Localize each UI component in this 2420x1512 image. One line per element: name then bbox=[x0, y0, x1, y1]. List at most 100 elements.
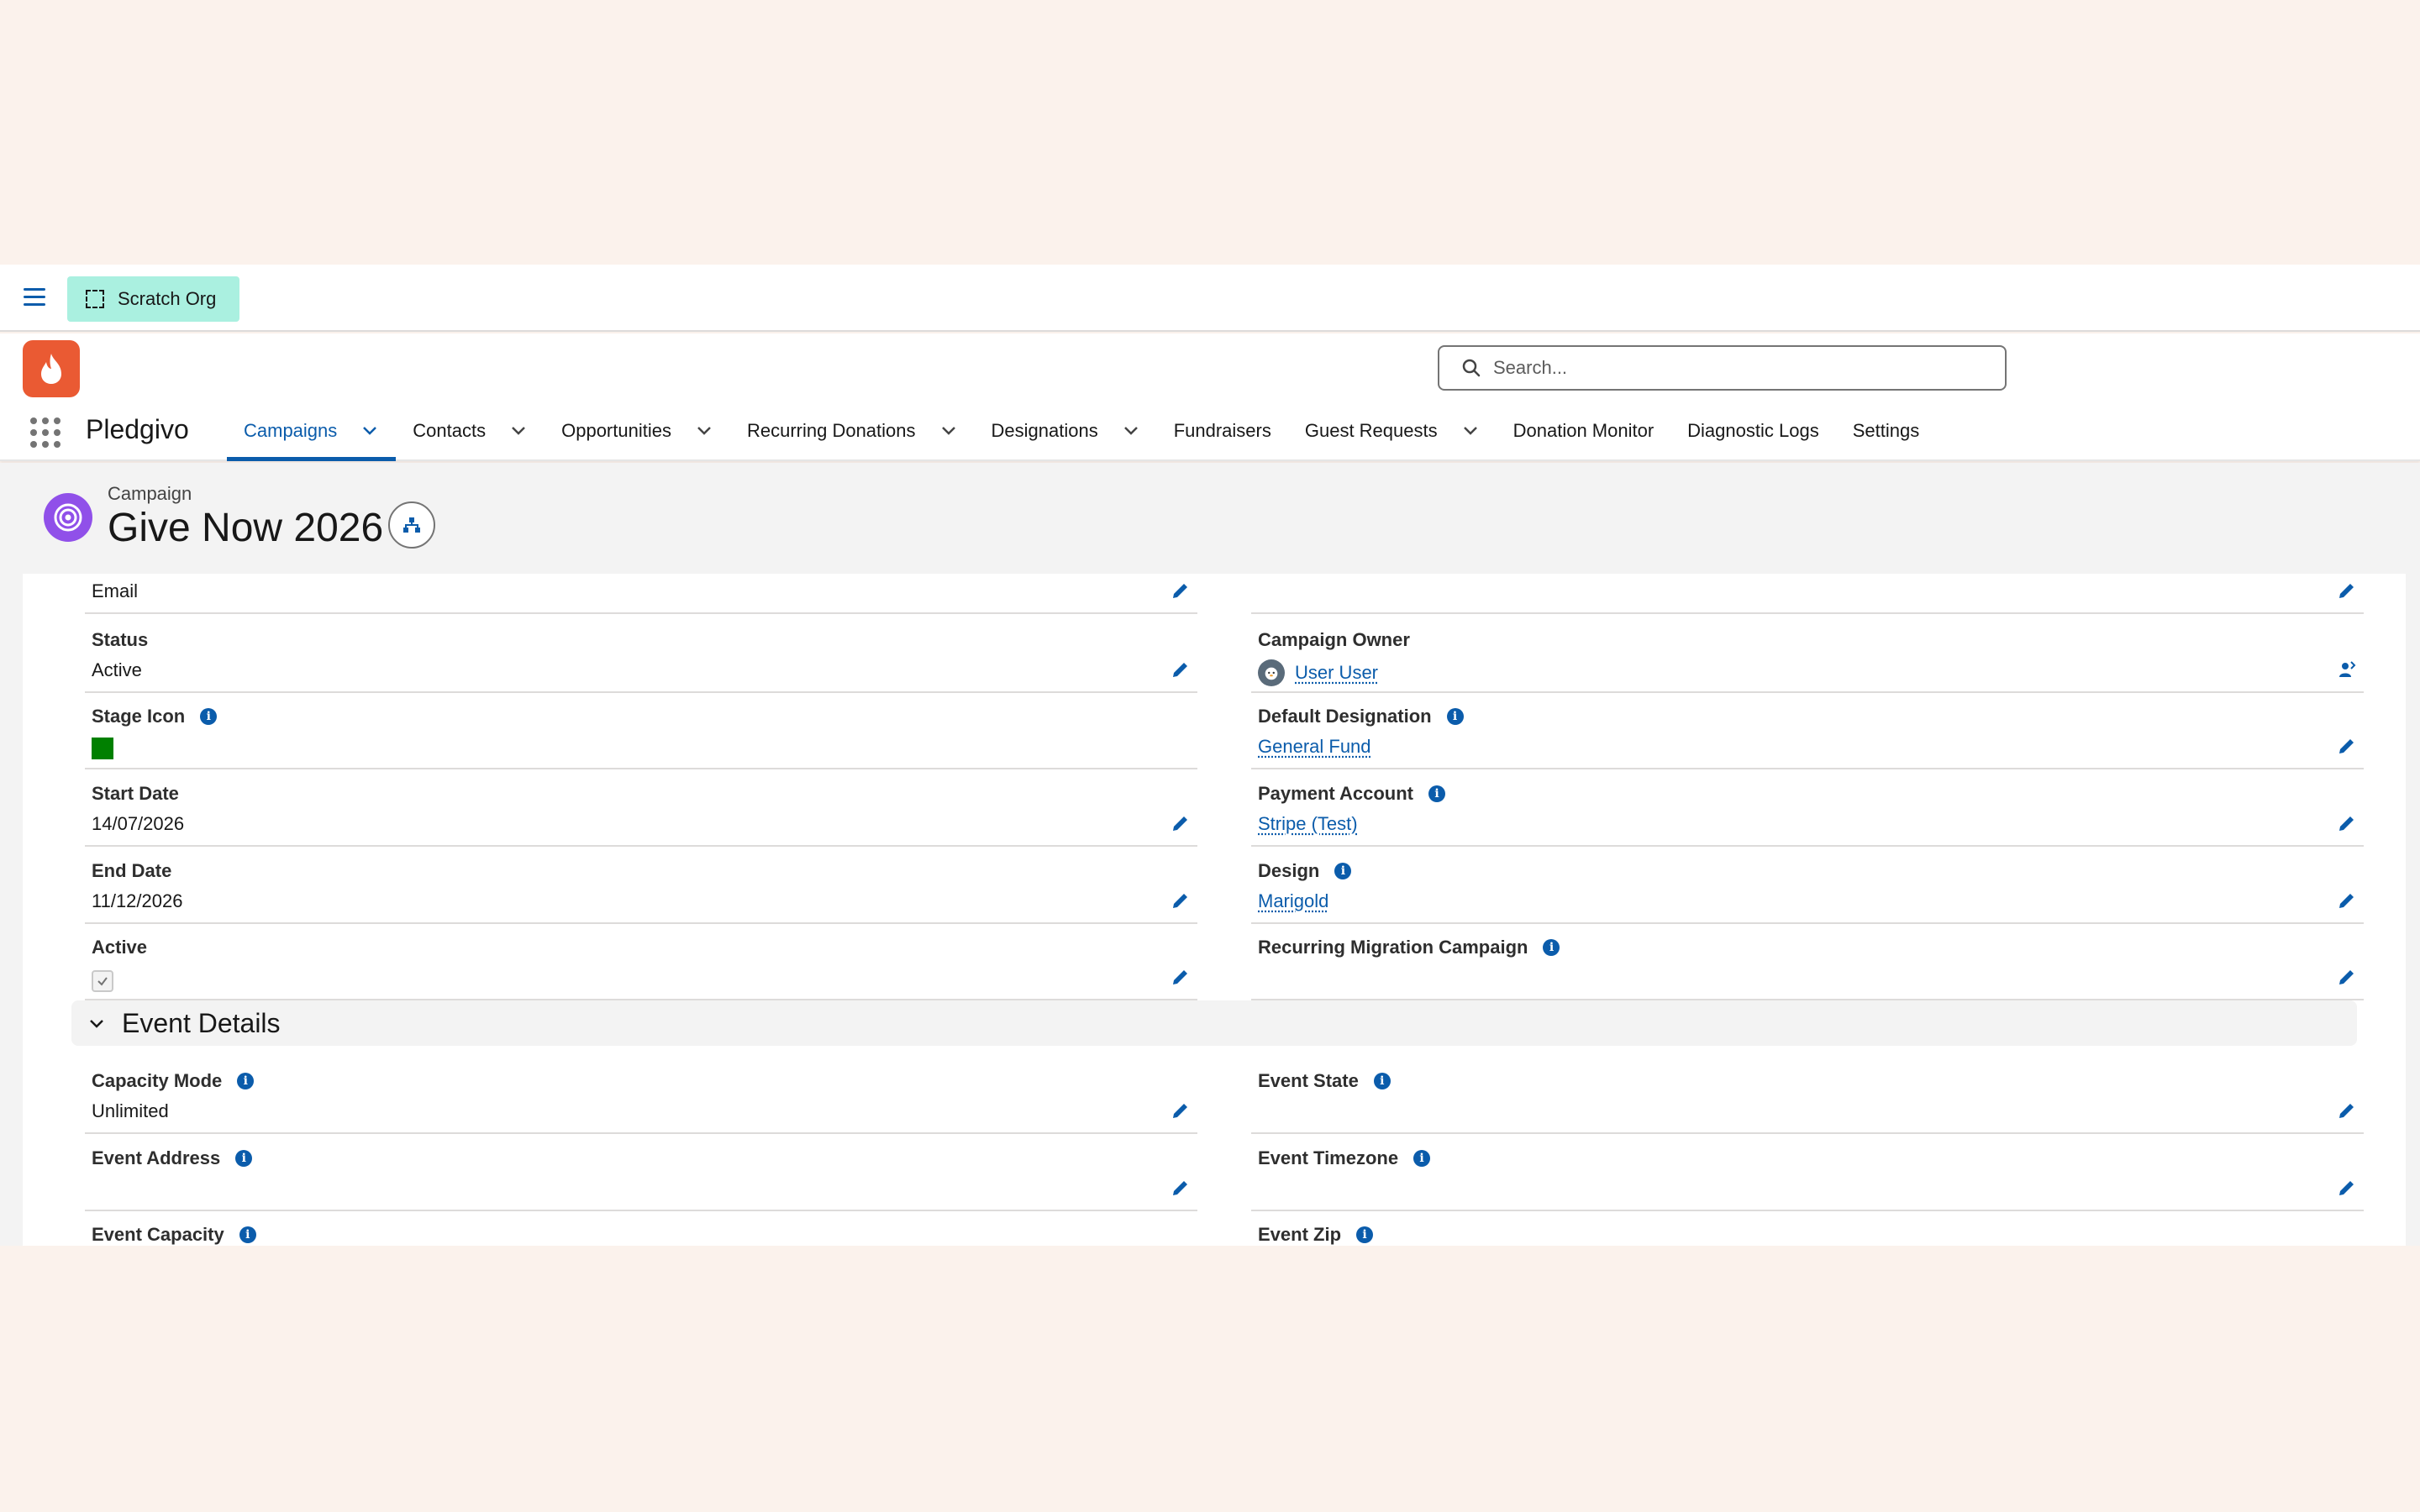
tab-label: Donation Monitor bbox=[1512, 420, 1655, 441]
section-title: Event Details bbox=[122, 1007, 281, 1038]
chevron-down-icon[interactable] bbox=[360, 422, 379, 440]
tab-contacts[interactable]: Contacts bbox=[396, 401, 544, 461]
field-design: Design i Marigold bbox=[1251, 847, 2364, 924]
field-label: Stage Icon i bbox=[92, 706, 218, 727]
field-label: Campaign Owner bbox=[1258, 629, 1410, 650]
selection-icon bbox=[86, 290, 104, 308]
info-icon[interactable]: i bbox=[200, 708, 218, 725]
search-input[interactable] bbox=[1493, 357, 1981, 379]
search-icon bbox=[1462, 359, 1481, 377]
record-page: Campaign Give Now 2026 Email Status Acti… bbox=[0, 463, 2420, 1246]
field-value: User User bbox=[1258, 659, 1378, 686]
info-icon[interactable]: i bbox=[237, 1073, 255, 1089]
field-event-state: Event State i bbox=[1251, 1057, 2364, 1134]
info-icon[interactable]: i bbox=[235, 1150, 253, 1167]
field-label: Event Zip i bbox=[1258, 1224, 1374, 1246]
info-icon[interactable]: i bbox=[1334, 863, 1352, 879]
edit-pencil-icon[interactable] bbox=[1171, 1178, 1191, 1198]
edit-pencil-icon[interactable] bbox=[1171, 659, 1191, 680]
edit-pencil-icon[interactable] bbox=[1171, 1100, 1191, 1121]
edit-pencil-icon[interactable] bbox=[2337, 890, 2357, 911]
chevron-down-icon[interactable] bbox=[695, 422, 713, 440]
menu-icon[interactable] bbox=[24, 288, 45, 307]
edit-pencil-icon[interactable] bbox=[2337, 813, 2357, 833]
tab-diagnostic-logs[interactable]: Diagnostic Logs bbox=[1670, 401, 1836, 461]
chevron-down-icon[interactable] bbox=[1461, 422, 1480, 440]
edit-pencil-icon[interactable] bbox=[1171, 967, 1191, 987]
tab-campaigns[interactable]: Campaigns bbox=[227, 401, 397, 461]
field-capacity-mode: Capacity Mode i Unlimited bbox=[85, 1057, 1197, 1134]
field-label-email: Email bbox=[92, 580, 139, 601]
edit-pencil-icon[interactable] bbox=[2337, 1178, 2357, 1198]
tab-settings[interactable]: Settings bbox=[1836, 401, 1937, 461]
hierarchy-icon bbox=[403, 517, 420, 533]
checkmark-icon bbox=[97, 977, 108, 986]
object-label: Campaign bbox=[108, 483, 192, 504]
field-payment-account: Payment Account i Stripe (Test) bbox=[1251, 769, 2364, 847]
avatar bbox=[1258, 659, 1285, 686]
info-icon[interactable]: i bbox=[1446, 708, 1464, 725]
global-search[interactable] bbox=[1438, 345, 2007, 391]
app-launcher-icon[interactable] bbox=[30, 417, 60, 448]
edit-pencil-icon[interactable] bbox=[2337, 736, 2357, 756]
field-email: Email bbox=[85, 574, 1197, 614]
field-value: 11/12/2026 bbox=[92, 890, 183, 911]
field-label: Event Capacity i bbox=[92, 1224, 256, 1246]
app-logo[interactable] bbox=[23, 340, 80, 397]
edit-pencil-icon[interactable] bbox=[1171, 813, 1191, 833]
chevron-down-icon[interactable] bbox=[1122, 422, 1140, 440]
tab-guest-requests[interactable]: Guest Requests bbox=[1288, 401, 1497, 461]
field-label: Design i bbox=[1258, 860, 1352, 882]
tab-label: Settings bbox=[1852, 420, 1920, 441]
stage-color-swatch bbox=[92, 738, 113, 759]
field-label: Event Timezone i bbox=[1258, 1147, 1431, 1169]
field-label: Event Address i bbox=[92, 1147, 253, 1169]
field-value bbox=[92, 967, 113, 992]
field-active: Active bbox=[85, 923, 1197, 1000]
field-label: Start Date bbox=[92, 783, 179, 804]
tab-recurring-donations[interactable]: Recurring Donations bbox=[730, 401, 975, 461]
tab-label: Campaigns bbox=[244, 420, 338, 441]
edit-pencil-icon[interactable] bbox=[2337, 580, 2357, 601]
chevron-down-icon[interactable] bbox=[939, 422, 958, 440]
utility-bar: Scratch Org bbox=[0, 265, 2420, 332]
designation-link[interactable]: General Fund bbox=[1258, 736, 1371, 758]
field-start-date: Start Date 14/07/2026 bbox=[85, 769, 1197, 847]
nav-tabs: Campaigns Contacts Opportunities Recurri… bbox=[227, 401, 1936, 461]
change-owner-icon[interactable] bbox=[2337, 659, 2357, 680]
field-label: Status bbox=[92, 629, 149, 650]
edit-pencil-icon[interactable] bbox=[1171, 890, 1191, 911]
payment-account-link[interactable]: Stripe (Test) bbox=[1258, 813, 1358, 835]
edit-pencil-icon[interactable] bbox=[2337, 967, 2357, 987]
field-value: Unlimited bbox=[92, 1100, 169, 1121]
field-label: Event State i bbox=[1258, 1070, 1391, 1092]
info-icon[interactable]: i bbox=[1356, 1226, 1374, 1243]
tab-designations[interactable]: Designations bbox=[975, 401, 1157, 461]
field-label: Default Designation i bbox=[1258, 706, 1464, 727]
campaign-target-icon bbox=[44, 493, 92, 542]
info-icon[interactable]: i bbox=[239, 1226, 256, 1243]
edit-pencil-icon[interactable] bbox=[1171, 580, 1191, 601]
info-icon[interactable]: i bbox=[1413, 1150, 1431, 1167]
info-icon[interactable]: i bbox=[1373, 1073, 1391, 1089]
info-icon[interactable]: i bbox=[1543, 939, 1560, 956]
field-blank bbox=[1251, 574, 2364, 614]
info-icon[interactable]: i bbox=[1428, 785, 1446, 802]
owner-link[interactable]: User User bbox=[1295, 662, 1378, 684]
tab-label: Fundraisers bbox=[1173, 420, 1271, 441]
edit-pencil-icon[interactable] bbox=[2337, 1100, 2357, 1121]
tab-donation-monitor[interactable]: Donation Monitor bbox=[1497, 401, 1671, 461]
tab-opportunities[interactable]: Opportunities bbox=[544, 401, 730, 461]
design-link[interactable]: Marigold bbox=[1258, 890, 1328, 912]
tab-label: Contacts bbox=[413, 420, 487, 441]
field-event-zip: Event Zip i bbox=[1251, 1210, 2364, 1246]
record-title: Give Now 2026 bbox=[108, 506, 384, 550]
details-card: Email Status Active Stage Icon i Start Da… bbox=[23, 574, 2406, 1246]
field-value: General Fund bbox=[1258, 736, 1371, 758]
view-hierarchy-button[interactable] bbox=[388, 501, 435, 549]
field-value: 14/07/2026 bbox=[92, 813, 185, 834]
section-header-event-details[interactable]: Event Details bbox=[71, 1000, 2357, 1046]
tab-fundraisers[interactable]: Fundraisers bbox=[1157, 401, 1288, 461]
scratch-org-badge[interactable]: Scratch Org bbox=[67, 276, 239, 322]
chevron-down-icon[interactable] bbox=[509, 422, 528, 440]
